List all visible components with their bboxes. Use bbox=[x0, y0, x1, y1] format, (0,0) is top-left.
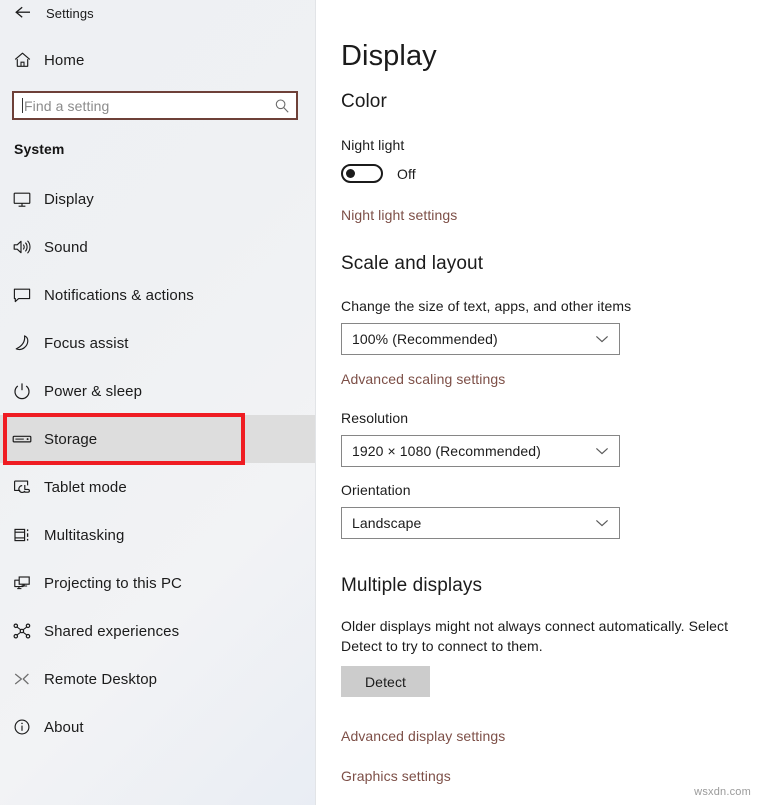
sidebar-section-title: System bbox=[14, 141, 65, 157]
sidebar-item-display-label: Display bbox=[44, 190, 94, 208]
home-icon bbox=[0, 51, 44, 69]
search-input[interactable]: Find a setting bbox=[12, 91, 298, 120]
sidebar-item-power-sleep[interactable]: Power & sleep bbox=[0, 367, 316, 415]
orientation-dropdown-value: Landscape bbox=[352, 515, 422, 531]
advanced-scaling-settings-link[interactable]: Advanced scaling settings bbox=[341, 371, 505, 387]
night-light-toggle-state: Off bbox=[397, 165, 416, 182]
detect-button-label: Detect bbox=[364, 673, 407, 690]
display-settings-pane: Display Color Night light Off Night ligh… bbox=[316, 0, 759, 805]
sidebar-item-notifications-label: Notifications & actions bbox=[44, 286, 194, 304]
power-icon bbox=[0, 382, 44, 400]
monitor-icon bbox=[0, 190, 44, 208]
sidebar-item-multitasking[interactable]: Multitasking bbox=[0, 511, 316, 559]
sidebar-item-storage[interactable]: Storage bbox=[0, 415, 316, 463]
multiple-displays-heading: Multiple displays bbox=[341, 575, 483, 596]
advanced-display-settings-link[interactable]: Advanced display settings bbox=[341, 728, 505, 744]
sidebar-item-projecting[interactable]: Projecting to this PC bbox=[0, 559, 316, 607]
titlebar: Settings bbox=[0, 0, 316, 22]
search-input-placeholder: Find a setting bbox=[24, 97, 110, 114]
titlebar-title: Settings bbox=[46, 6, 94, 21]
scale-size-label: Change the size of text, apps, and other… bbox=[341, 298, 632, 314]
drive-icon bbox=[0, 430, 44, 448]
night-light-toggle-row: Off bbox=[341, 164, 416, 183]
project-screen-icon bbox=[0, 574, 44, 592]
page-title: Display bbox=[341, 40, 437, 72]
sidebar-item-display[interactable]: Display bbox=[0, 175, 316, 223]
sidebar-item-storage-label: Storage bbox=[44, 430, 98, 448]
back-arrow-icon bbox=[15, 6, 30, 18]
sidebar-item-sound[interactable]: Sound bbox=[0, 223, 316, 271]
orientation-dropdown[interactable]: Landscape bbox=[341, 507, 620, 539]
sidebar-item-power-sleep-label: Power & sleep bbox=[44, 382, 143, 400]
sidebar-item-home-label: Home bbox=[44, 51, 85, 69]
sidebar-item-home[interactable]: Home bbox=[0, 42, 316, 78]
sidebar-item-multitasking-label: Multitasking bbox=[44, 526, 125, 544]
night-light-settings-link[interactable]: Night light settings bbox=[341, 207, 457, 223]
watermark: wsxdn.com bbox=[694, 786, 751, 798]
detect-button[interactable]: Detect bbox=[341, 666, 430, 697]
remote-desktop-icon bbox=[0, 670, 44, 688]
moon-icon bbox=[0, 334, 44, 352]
chevron-down-icon bbox=[594, 331, 610, 347]
sidebar-item-about[interactable]: About bbox=[0, 703, 316, 751]
color-section-heading: Color bbox=[341, 91, 387, 112]
sidebar-nav-list: Display Sound Notifications & actions Fo… bbox=[0, 175, 316, 751]
night-light-toggle[interactable] bbox=[341, 164, 383, 183]
sidebar-item-notifications[interactable]: Notifications & actions bbox=[0, 271, 316, 319]
search-icon[interactable] bbox=[268, 98, 296, 114]
resolution-label: Resolution bbox=[341, 410, 409, 426]
resolution-dropdown[interactable]: 1920 × 1080 (Recommended) bbox=[341, 435, 620, 467]
sidebar-item-focus-assist[interactable]: Focus assist bbox=[0, 319, 316, 367]
scale-dropdown-value: 100% (Recommended) bbox=[352, 331, 498, 347]
multiple-displays-description: Older displays might not always connect … bbox=[341, 618, 729, 654]
sidebar-item-about-label: About bbox=[44, 718, 84, 736]
sidebar-item-sound-label: Sound bbox=[44, 238, 88, 256]
scale-dropdown[interactable]: 100% (Recommended) bbox=[341, 323, 620, 355]
back-button[interactable] bbox=[0, 0, 46, 22]
settings-sidebar: Settings Home Find a setting System Disp… bbox=[0, 0, 316, 805]
sidebar-item-shared-experiences[interactable]: Shared experiences bbox=[0, 607, 316, 655]
sidebar-item-projecting-label: Projecting to this PC bbox=[44, 574, 182, 592]
settings-window: Settings Home Find a setting System Disp… bbox=[0, 0, 759, 805]
sidebar-item-tablet-mode-label: Tablet mode bbox=[44, 478, 127, 496]
chevron-down-icon bbox=[594, 515, 610, 531]
speaker-icon bbox=[0, 238, 44, 256]
toggle-knob bbox=[346, 169, 355, 178]
scale-layout-heading: Scale and layout bbox=[341, 253, 484, 274]
sidebar-item-shared-experiences-label: Shared experiences bbox=[44, 622, 180, 640]
speech-bubble-icon bbox=[0, 286, 44, 304]
orientation-label: Orientation bbox=[341, 482, 411, 498]
chevron-down-icon bbox=[594, 443, 610, 459]
multitask-icon bbox=[0, 526, 44, 544]
sidebar-item-remote-desktop-label: Remote Desktop bbox=[44, 670, 158, 688]
sidebar-item-focus-assist-label: Focus assist bbox=[44, 334, 129, 352]
share-nodes-icon bbox=[0, 622, 44, 640]
resolution-dropdown-value: 1920 × 1080 (Recommended) bbox=[352, 443, 541, 459]
tablet-tap-icon bbox=[0, 478, 44, 496]
night-light-label: Night light bbox=[341, 137, 405, 153]
info-icon bbox=[0, 718, 44, 736]
sidebar-item-tablet-mode[interactable]: Tablet mode bbox=[0, 463, 316, 511]
sidebar-item-remote-desktop[interactable]: Remote Desktop bbox=[0, 655, 316, 703]
graphics-settings-link[interactable]: Graphics settings bbox=[341, 768, 451, 784]
